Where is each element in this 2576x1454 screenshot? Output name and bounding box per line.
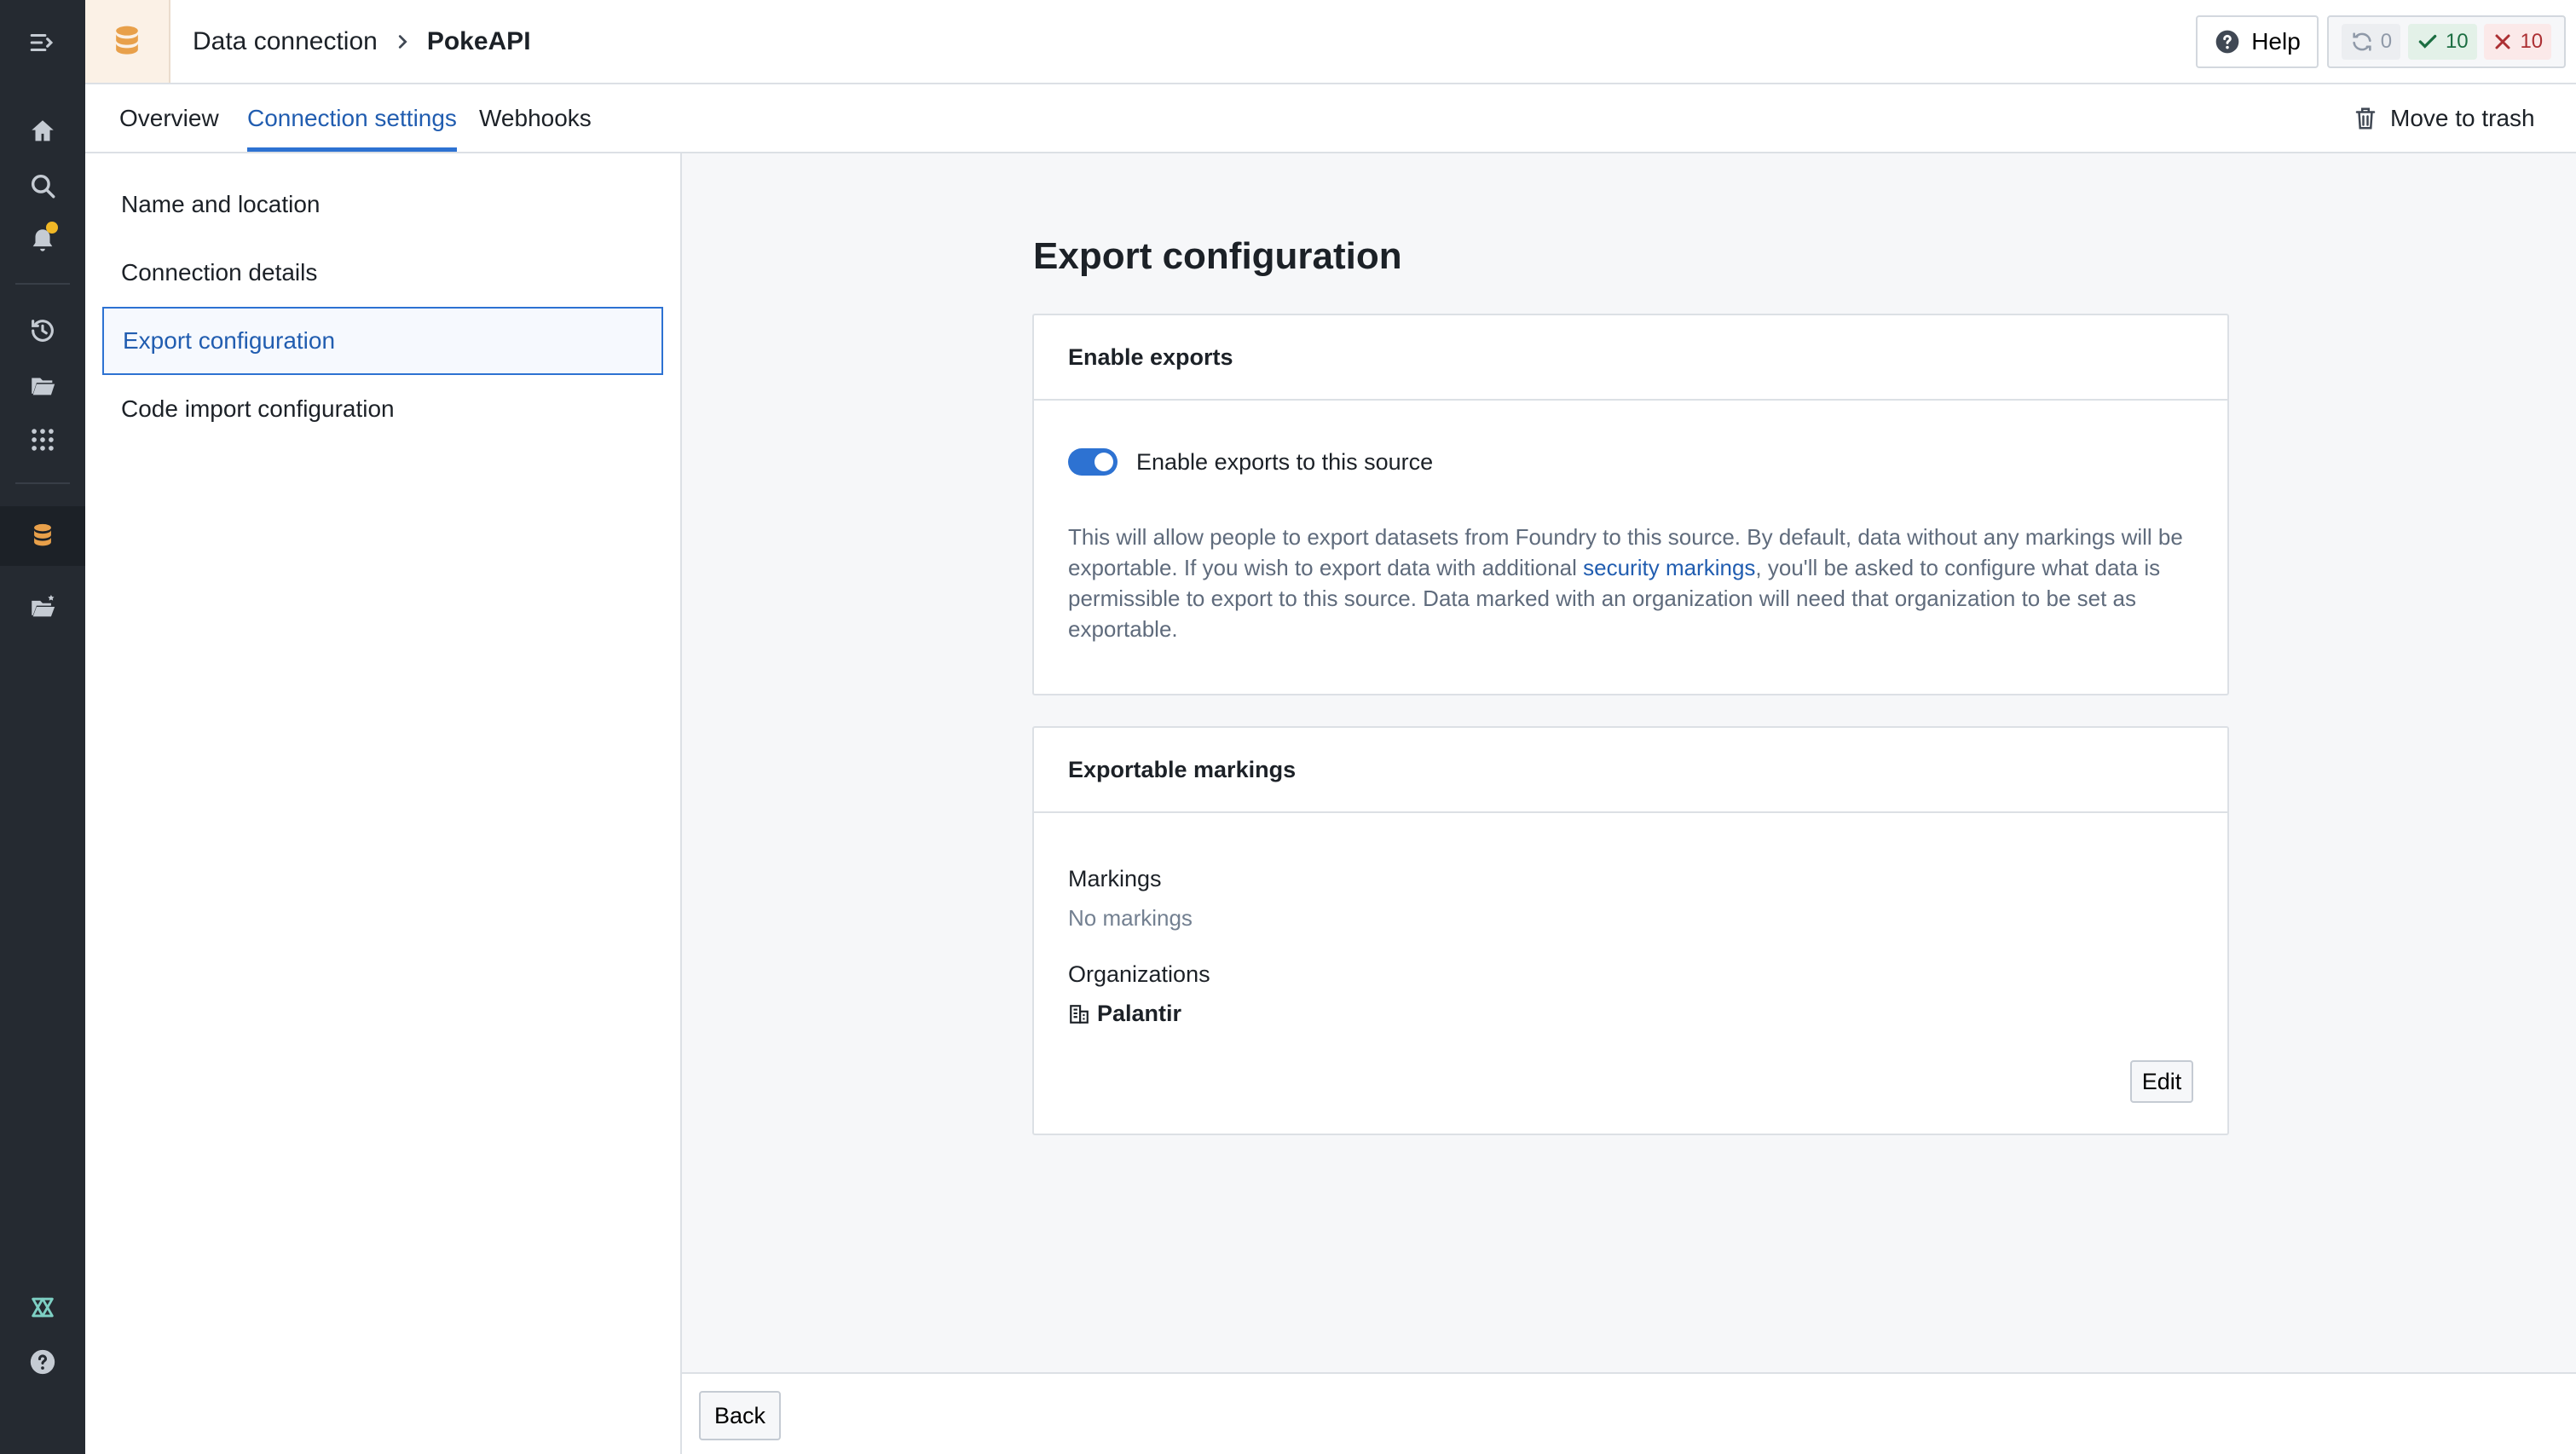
breadcrumb-current: PokeAPI [426,26,531,55]
breadcrumb: Data connection PokeAPI [193,0,531,83]
exportable-markings-heading: Exportable markings [1034,728,2227,813]
help-icon [2215,30,2239,54]
syncing-status[interactable]: 0 [2341,24,2401,60]
nav-name-and-location[interactable]: Name and location [102,170,663,239]
security-markings-link[interactable]: security markings [1583,555,1755,580]
enable-exports-description: This will allow people to export dataset… [1068,524,2183,642]
edit-markings-button[interactable]: Edit [2130,1060,2193,1103]
build-status-group: 0 10 10 [2327,15,2566,68]
home-icon[interactable] [0,104,85,159]
nav-export-configuration[interactable]: Export configuration [102,307,663,375]
cross-icon [2495,34,2510,49]
search-icon[interactable] [0,159,85,213]
help-button[interactable]: Help [2196,15,2319,68]
enable-exports-label: Enable exports to this source [1136,448,1434,475]
database-icon [116,26,138,55]
apps-grid-icon[interactable] [0,413,85,467]
project-folder-icon[interactable] [0,580,85,634]
markings-value: No markings [1068,905,1193,931]
nav-connection-details[interactable]: Connection details [102,239,663,307]
building-icon [1070,1004,1089,1024]
settings-nav: Name and location Connection details Exp… [85,153,682,1454]
notification-dot [46,222,58,234]
breadcrumb-root[interactable]: Data connection [193,27,378,56]
tab-webhooks[interactable]: Webhooks [479,84,592,152]
failed-status[interactable]: 10 [2484,24,2552,60]
app-header: Data connection PokeAPI Help 0 10 10 [85,0,2576,84]
platform-logo-icon[interactable] [0,1280,85,1335]
app-icon [85,0,170,83]
chevron-right-icon [398,34,407,49]
menu-expand-icon[interactable] [0,15,85,70]
tab-overview[interactable]: Overview [119,84,219,152]
organization-item: Palantir [1068,1001,1181,1027]
enable-exports-card: Enable exports Enable exports to this so… [1032,314,2229,695]
notifications-bell-icon[interactable] [0,213,85,268]
enable-exports-row: Enable exports to this source [1068,448,1433,476]
footer-bar: Back [682,1372,2576,1454]
trash-icon [2355,107,2376,129]
folder-open-icon[interactable] [0,358,85,413]
help-label: Help [2251,28,2301,55]
enable-exports-toggle[interactable] [1068,448,1118,476]
nav-code-import-configuration[interactable]: Code import configuration [102,375,663,443]
succeeded-status[interactable]: 10 [2407,24,2477,60]
check-icon [2418,34,2437,49]
data-connection-app-icon[interactable] [0,506,85,566]
history-icon[interactable] [0,303,85,358]
refresh-icon [2353,32,2371,51]
enable-exports-heading: Enable exports [1034,315,2227,401]
organizations-label: Organizations [1068,961,1210,987]
move-to-trash-button[interactable]: Move to trash [2353,84,2535,152]
app-rail [0,0,85,1454]
tab-bar: Overview Connection settings Webhooks Mo… [85,84,2576,153]
tab-connection-settings[interactable]: Connection settings [247,84,457,152]
exportable-markings-card: Exportable markings Markings No markings… [1032,726,2229,1135]
markings-label: Markings [1068,866,1162,891]
page-title: Export configuration [1033,235,1402,277]
help-circle-icon[interactable] [0,1335,85,1389]
organization-name: Palantir [1097,1001,1182,1026]
back-button[interactable]: Back [699,1391,781,1440]
